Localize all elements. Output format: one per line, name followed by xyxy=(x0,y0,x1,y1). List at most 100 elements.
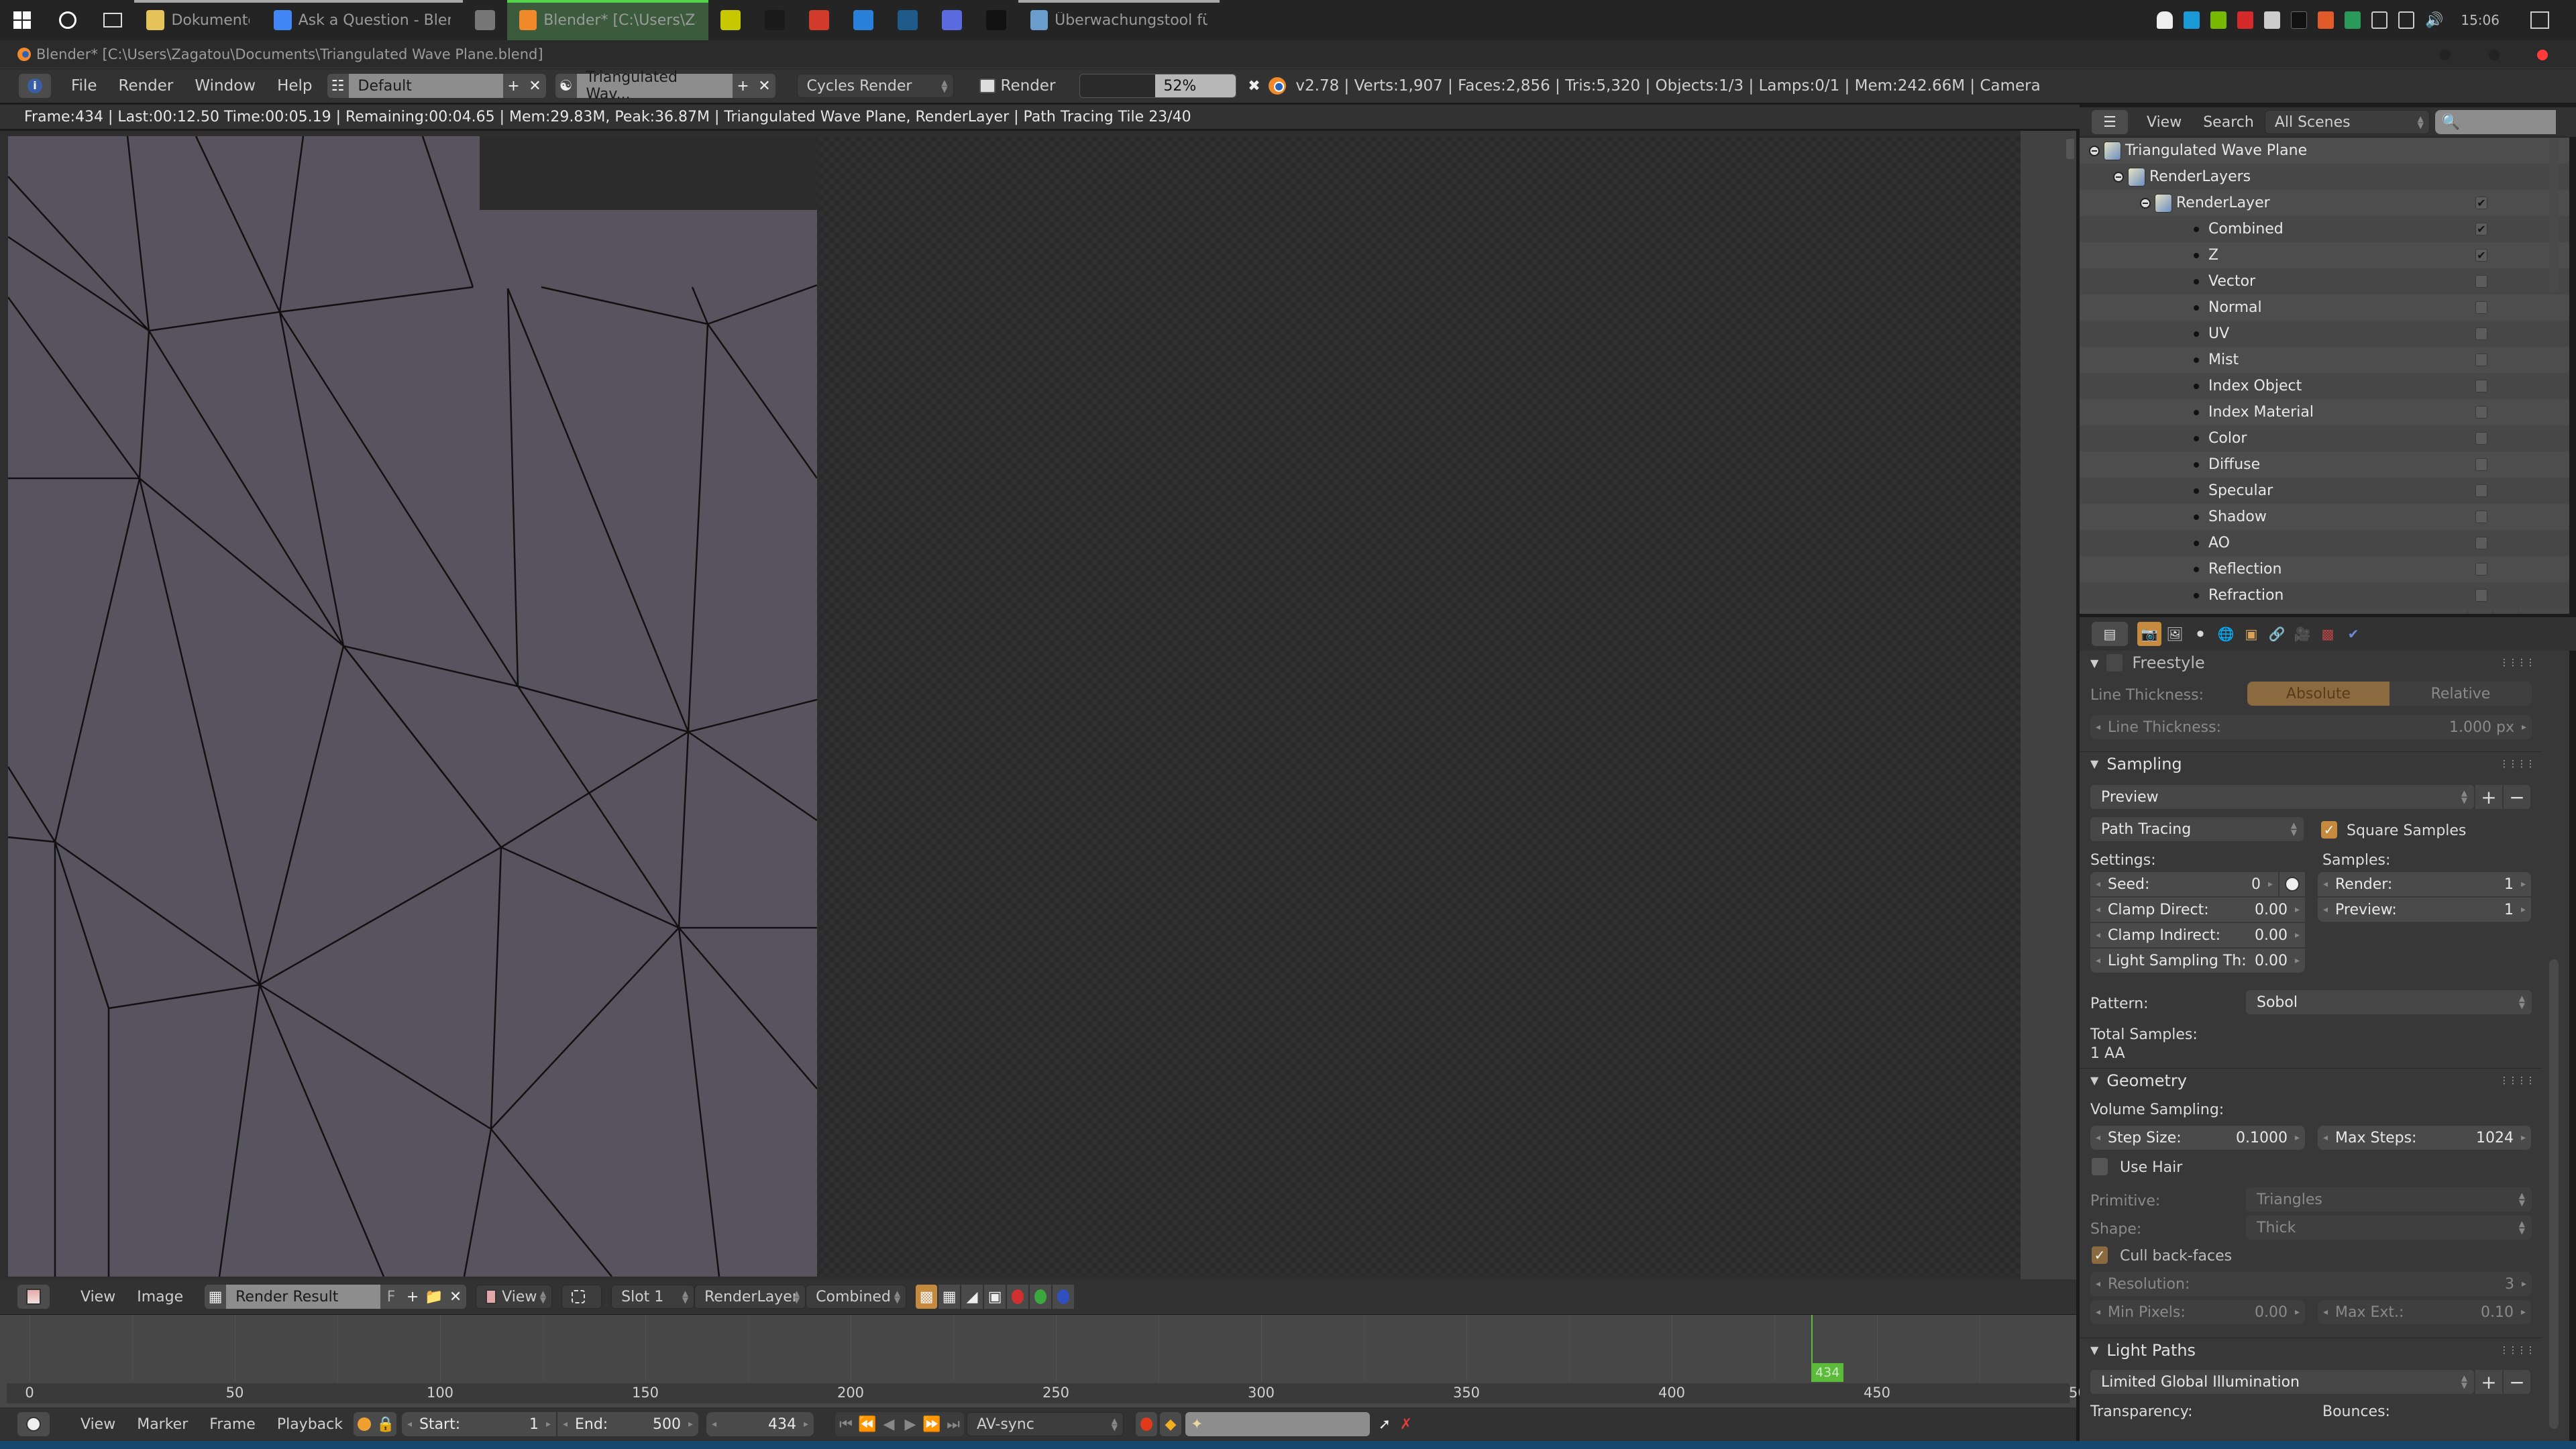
start-button[interactable] xyxy=(0,0,44,40)
taskbar-app-lightning-app[interactable] xyxy=(841,0,885,40)
pass-enabled-checkbox[interactable] xyxy=(2475,275,2487,288)
sampling-preset-dropdown[interactable]: Preview ▲ ▼ xyxy=(2090,785,2474,809)
taskbar-app-monitor-tool[interactable]: Überwachungstool für... xyxy=(1018,0,1220,40)
shape-dropdown[interactable]: Thick ▲ ▼ xyxy=(2246,1216,2532,1240)
min-pixels-field[interactable]: Min Pixels: 0.00 xyxy=(2090,1300,2305,1324)
next-keyframe-button[interactable]: ⏩ xyxy=(921,1412,943,1436)
max-ext-field[interactable]: Max Ext.: 0.10 xyxy=(2318,1300,2531,1324)
keyframe-type-button[interactable]: ◆ xyxy=(1159,1412,1181,1436)
remove-light-preset-button[interactable]: − xyxy=(2504,1370,2530,1394)
outliner-pass-item[interactable]: Diffuse xyxy=(2080,451,2569,478)
minimize-button[interactable] xyxy=(2440,50,2451,60)
editor-type-button[interactable] xyxy=(17,1285,50,1309)
network-icon[interactable] xyxy=(2398,11,2414,29)
playhead-frame-label[interactable]: 434 xyxy=(1811,1363,1844,1382)
end-frame-field[interactable]: End: 500 xyxy=(557,1412,698,1436)
tab-modifiers[interactable]: 🎥 xyxy=(2290,622,2314,646)
drag-handle-icon[interactable]: ⋮⋮⋮⋮ xyxy=(2500,657,2535,668)
outliner-pass-item[interactable]: Refraction xyxy=(2080,582,2569,608)
outliner-pass-item[interactable]: Color xyxy=(2080,425,2569,451)
square-samples-checkbox[interactable]: ✓ xyxy=(2321,821,2337,839)
relative-button[interactable]: Relative xyxy=(2390,682,2532,706)
integrator-dropdown[interactable]: Path Tracing ▲ ▼ xyxy=(2090,817,2304,841)
scene-field[interactable]: Triangulated Wav... xyxy=(576,69,733,103)
menu-search[interactable]: Search xyxy=(2192,114,2265,131)
editor-type-button[interactable] xyxy=(17,1412,50,1436)
preview-samples-field[interactable]: Preview: 1 xyxy=(2318,898,2531,922)
insert-keyframe-button[interactable]: ➚ xyxy=(1374,1412,1395,1436)
add-preset-button[interactable]: + xyxy=(2475,785,2502,809)
pass-enabled-checkbox[interactable] xyxy=(2475,537,2487,549)
render-samples-field[interactable]: Render: 1 xyxy=(2318,872,2531,896)
ssd-icon[interactable] xyxy=(2290,11,2307,29)
start-frame-field[interactable]: Start: 1 xyxy=(401,1412,556,1436)
outliner-pass-item[interactable]: Vector xyxy=(2080,268,2569,294)
editor-type-button[interactable]: i xyxy=(19,74,51,98)
play-reverse-button[interactable]: ◀ xyxy=(878,1412,900,1436)
menu-view[interactable]: View xyxy=(70,1289,126,1305)
timeline-ruler[interactable]: 434 xyxy=(7,1315,2083,1382)
jump-start-button[interactable]: ⏮ xyxy=(835,1412,857,1436)
screen-layout-field[interactable]: Default xyxy=(348,74,503,98)
collapse-toggle-icon[interactable] xyxy=(2089,145,2100,156)
pass-enabled-checkbox[interactable] xyxy=(2475,458,2487,471)
menu-marker[interactable]: Marker xyxy=(126,1416,199,1433)
menu-image[interactable]: Image xyxy=(126,1289,194,1305)
line-thickness-field[interactable]: Line Thickness: 1.000 px xyxy=(2090,715,2532,739)
pass-enabled-checkbox[interactable]: ✔ xyxy=(2475,197,2487,209)
menu-view[interactable]: View xyxy=(2136,114,2192,131)
cull-backfaces-checkbox[interactable]: ✓ xyxy=(2092,1246,2108,1264)
taskbar-app-fireworks[interactable] xyxy=(708,0,753,40)
lock-range-button[interactable]: 🔒 xyxy=(374,1412,396,1436)
keying-set-field[interactable]: ✦ xyxy=(1185,1412,1370,1436)
taskbar-app-steam[interactable] xyxy=(885,0,930,40)
light-paths-preset-dropdown[interactable]: Limited Global Illumination ▲ ▼ xyxy=(2090,1370,2474,1394)
add-layout-button[interactable]: + xyxy=(503,74,525,98)
green-channel-button[interactable] xyxy=(1030,1285,1052,1309)
editor-type-button[interactable]: ☰ xyxy=(2092,110,2128,134)
step-size-field[interactable]: Step Size: 0.1000 xyxy=(2090,1126,2305,1150)
toolbar-toggle-button[interactable] xyxy=(2066,139,2074,159)
view-mode-dropdown[interactable]: View ▲ ▼ xyxy=(476,1285,553,1309)
outliner-pass-item[interactable]: UV xyxy=(2080,321,2569,347)
drag-handle-icon[interactable]: ⋮⋮⋮⋮ xyxy=(2500,759,2535,769)
animated-seed-button[interactable] xyxy=(2279,872,2305,896)
fake-user-button[interactable]: F xyxy=(380,1285,402,1309)
maximize-button[interactable] xyxy=(2489,50,2500,60)
pass-enabled-checkbox[interactable]: ✔ xyxy=(2475,223,2487,235)
outliner-renderlayers[interactable]: RenderLayers xyxy=(2080,164,2569,190)
menu-window[interactable]: Window xyxy=(184,77,266,95)
notifications-icon[interactable] xyxy=(2530,11,2549,29)
outliner-pass-item[interactable]: Mist xyxy=(2080,347,2569,373)
taskbar-app-discord[interactable] xyxy=(930,0,974,40)
image-browse-icon[interactable]: ▦ xyxy=(205,1285,226,1309)
collapse-toggle-icon[interactable] xyxy=(2113,171,2124,182)
current-frame-field[interactable]: 434 xyxy=(706,1412,814,1436)
tab-render-layers[interactable]: 🖼 xyxy=(2163,622,2187,646)
ghost-icon[interactable] xyxy=(2156,11,2173,29)
pass-enabled-checkbox[interactable] xyxy=(2475,589,2487,602)
clamp-direct-field[interactable]: Clamp Direct: 0.00 xyxy=(2090,898,2305,922)
geometry-panel-header[interactable]: ▼ Geometry ⋮⋮⋮⋮ xyxy=(2080,1068,2542,1092)
pass-enabled-checkbox[interactable] xyxy=(2475,301,2487,314)
tab-texture[interactable]: ▩ xyxy=(2316,622,2340,646)
delete-layout-button[interactable]: ✕ xyxy=(525,74,546,98)
outliner-pass-item[interactable]: AO xyxy=(2080,530,2569,556)
absolute-button[interactable]: Absolute xyxy=(2247,682,2390,706)
record-button[interactable] xyxy=(1135,1412,1157,1436)
timeline-frame-numbers[interactable]: 050100150200250300350400450500 xyxy=(7,1383,2096,1403)
clamp-indirect-field[interactable]: Clamp Indirect: 0.00 xyxy=(2090,923,2305,947)
taskbar-app-folder[interactable]: Dokumente xyxy=(134,0,262,40)
sampling-panel-header[interactable]: ▼ Sampling ⋮⋮⋮⋮ xyxy=(2080,751,2542,775)
remove-preset-button[interactable]: − xyxy=(2504,785,2530,809)
pass-enabled-checkbox[interactable] xyxy=(2475,380,2487,392)
outliner-scrollbar[interactable] xyxy=(2549,138,2559,292)
pass-enabled-checkbox[interactable] xyxy=(2475,432,2487,445)
preview-range-button[interactable] xyxy=(353,1412,375,1436)
primitive-dropdown[interactable]: Triangles ▲ ▼ xyxy=(2246,1187,2532,1212)
close-button[interactable] xyxy=(2537,50,2548,60)
collapse-toggle-icon[interactable] xyxy=(2140,197,2151,209)
menu-render[interactable]: Render xyxy=(108,77,184,95)
outliner-pass-item[interactable]: Index Object xyxy=(2080,373,2569,399)
pass-enabled-checkbox[interactable] xyxy=(2475,511,2487,523)
